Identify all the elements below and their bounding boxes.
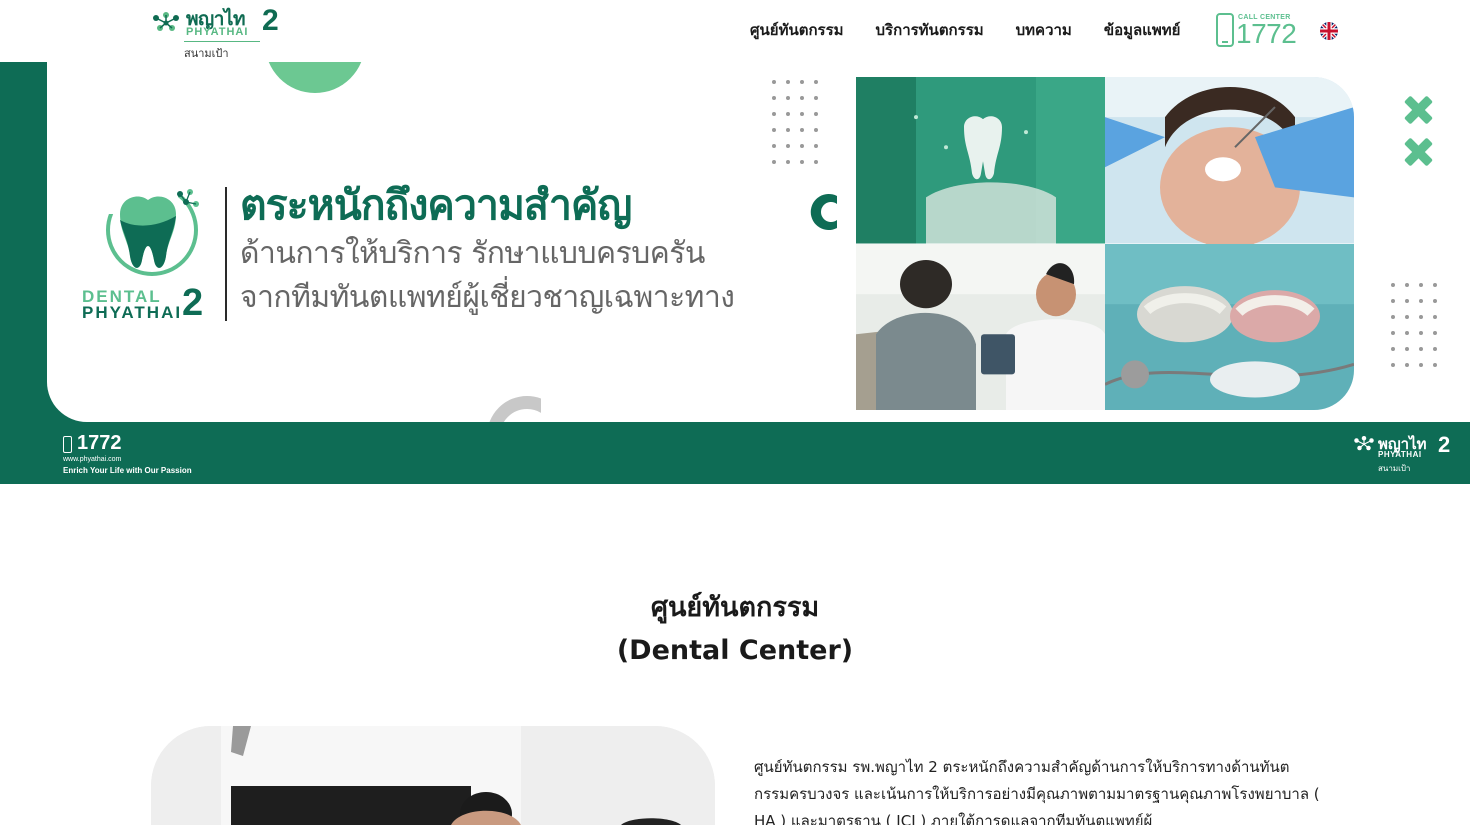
nav-doctors[interactable]: ข้อมูลแพทย์: [1104, 18, 1181, 42]
hero-banner: DENTAL PHYATHAI 2 ตระหนักถึงความสำคัญ ด้…: [0, 62, 1470, 484]
photo-tooth-model: [856, 77, 1105, 244]
decorative-x-icon: [1404, 138, 1432, 166]
logo-divider: [184, 41, 260, 42]
phone-icon: [1216, 13, 1234, 47]
nav-dental-center[interactable]: ศูนย์ทันตกรรม: [750, 18, 844, 42]
decorative-crescent-icon: [810, 194, 837, 230]
logo-name-english: PHYATHAI: [186, 26, 249, 38]
decorative-x-icon: [1404, 96, 1432, 124]
section-title-english: (Dental Center): [616, 635, 854, 666]
banner-call-number: 1772: [77, 432, 122, 454]
call-center-link[interactable]: CALL CENTER 1772: [1216, 12, 1298, 50]
section-title-thai: ศูนย์ทันตกรรม: [650, 592, 820, 623]
nav-articles[interactable]: บทความ: [1016, 18, 1072, 42]
banner-logo-branch: สนามเป้า: [1378, 464, 1411, 473]
banner-subline-1: ด้านการให้บริการ รักษาแบบครบครัน: [240, 236, 705, 271]
logo-branch: สนามเป้า: [184, 47, 229, 60]
banner-headline: ตระหนักถึงความสำคัญ: [240, 181, 632, 229]
section-title: ศูนย์ทันตกรรม (Dental Center): [0, 586, 1470, 672]
banner-card: DENTAL PHYATHAI 2 ตระหนักถึงความสำคัญ ด้…: [47, 62, 1470, 422]
section-description: ศูนย์ทันตกรรม รพ.พญาไท 2 ตระหนักถึงความส…: [754, 758, 1320, 825]
banner-footer-strip: 1772 www.phyathai.com Enrich Your Life w…: [0, 422, 1470, 484]
phyathai-logo[interactable]: พญาไท PHYATHAI 2 สนามเป้า: [150, 4, 290, 60]
decorative-dot-grid-left: [767, 74, 823, 170]
banner-divider: [225, 187, 227, 321]
site-header: พญาไท PHYATHAI 2 สนามเป้า ศูนย์ทันตกรรม …: [0, 0, 1470, 62]
banner-logo-english: PHYATHAI: [1378, 450, 1422, 459]
dental-phyathai-logo: DENTAL PHYATHAI 2: [82, 184, 212, 324]
decorative-green-semicircle: [265, 62, 365, 93]
banner-headline-block: ตระหนักถึงความสำคัญ ด้านการให้บริการ รัก…: [240, 178, 760, 320]
decorative-gray-arc: [487, 396, 541, 422]
phyathai-logo-icon: [1354, 436, 1374, 451]
tooth-logo-icon: [106, 184, 199, 276]
nav-dental-services[interactable]: บริการทันตกรรม: [876, 18, 984, 42]
photo-dentist-consultation: [856, 243, 1105, 410]
dental-center-photo: [151, 726, 715, 825]
banner-phyathai-logo: พญาไท PHYATHAI 2 สนามเป้า: [1352, 432, 1456, 476]
dental-logo-number: 2: [182, 282, 204, 324]
banner-logo-number: 2: [1438, 432, 1451, 457]
phyathai-logo-icon: [153, 12, 179, 31]
photo-dental-models: [1105, 243, 1354, 410]
main-nav: ศูนย์ทันตกรรม บริการทันตกรรม บทความ ข้อม…: [750, 18, 1180, 42]
phone-icon: [63, 436, 72, 453]
dental-logo-line2: PHYATHAI: [82, 303, 183, 322]
uk-flag-icon[interactable]: [1320, 22, 1338, 40]
banner-subline-2: จากทีมทันตแพทย์ผู้เชี่ยวชาญเฉพาะทาง: [240, 280, 735, 315]
call-center-number: 1772: [1236, 18, 1297, 49]
photo-patient-checkup: [1105, 77, 1354, 244]
decorative-dot-grid-right: [1386, 277, 1442, 373]
banner-website: www.phyathai.com: [63, 456, 122, 463]
logo-number: 2: [262, 4, 279, 37]
dental-photo-grid: [856, 77, 1354, 410]
banner-slogan: Enrich Your Life with Our Passion: [63, 466, 192, 475]
